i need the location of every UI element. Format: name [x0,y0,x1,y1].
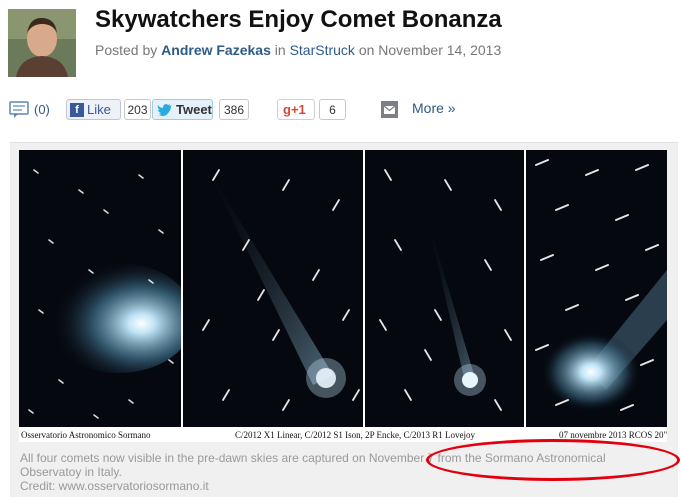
author-photo [8,9,76,77]
article-title: Skywatchers Enjoy Comet Bonanza [95,6,502,33]
tweet-button[interactable]: Tweet [152,99,213,120]
blog-link[interactable]: StarStruck [290,42,355,58]
comment-icon[interactable] [9,101,29,119]
gplus-label: +1 [290,102,306,117]
tweet-count: 386 [219,99,249,120]
twitter-bird-icon [157,104,172,116]
comet-panel-linear [19,150,181,427]
comment-count[interactable]: (0) [34,102,50,117]
comet-panel-ison [183,150,363,427]
like-label: Like [87,102,111,117]
like-count: 203 [124,99,151,120]
comet-2p-encke-image [365,150,524,427]
credit-text: Credit: www.osservatoriosormano.it [20,479,209,493]
comet-names-label: C/2012 X1 Linear, C/2012 S1 Ison, 2P Enc… [235,430,476,440]
facebook-icon: f [70,102,84,117]
comet-panel-lovejoy [526,150,667,427]
email-icon[interactable] [381,101,398,118]
comet-r1-lovejoy-image [526,150,667,427]
gplus-count: 6 [319,99,346,120]
tweet-label: Tweet [176,102,212,117]
red-annotation-ellipse [426,439,680,481]
google-plus-one-button[interactable]: g +1 [277,99,315,120]
comet-panel-encke [365,150,524,427]
byline: Posted by Andrew Fazekas in StarStruck o… [95,42,501,58]
author-link[interactable]: Andrew Fazekas [161,42,271,58]
in-text: in [274,42,286,58]
envelope-glyph [383,105,396,114]
facebook-like-button[interactable]: f Like [66,99,121,120]
comet-x1-linear-image [19,150,181,427]
observatory-label: Osservatorio Astronomico Sormano [21,430,151,440]
gplus-g-icon: g [283,102,291,117]
posted-by-text: Posted by [95,42,158,58]
comets-photo[interactable]: Osservatorio Astronomico Sormano C/2012 … [19,150,667,442]
author-avatar[interactable] [8,9,76,77]
comet-s1-ison-image [183,150,363,427]
more-share-link[interactable]: More » [412,100,456,116]
date-text: on November 14, 2013 [358,42,502,58]
